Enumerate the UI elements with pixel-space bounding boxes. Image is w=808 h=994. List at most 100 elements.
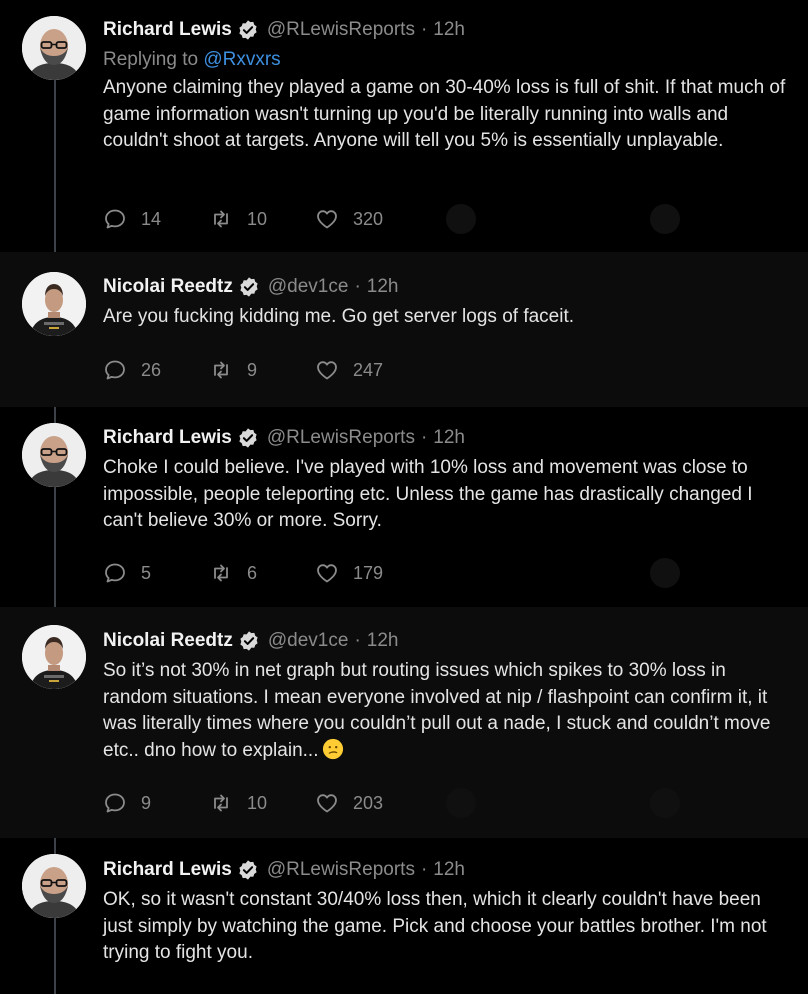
retweet-count: 10: [247, 208, 268, 229]
retweet-icon: [209, 791, 233, 815]
author-name[interactable]: Richard Lewis: [103, 427, 232, 449]
separator: ·: [420, 19, 428, 40]
tweet[interactable]: Richard Lewis @RLewisReports · 12h OK, s…: [0, 838, 808, 994]
reply-count: 5: [141, 562, 152, 583]
tweet-actions: 9 10 203: [103, 791, 421, 815]
nicolai-reedtz-avatar-icon: [22, 272, 86, 336]
avatar[interactable]: [22, 854, 86, 918]
confused-face-icon: [322, 738, 344, 760]
replying-to-label: Replying to: [103, 49, 199, 70]
retweet-button[interactable]: 9: [209, 358, 315, 382]
timestamp[interactable]: 12h: [433, 859, 465, 881]
tweet-text: So it’s not 30% in net graph but routing…: [103, 658, 788, 764]
separator: ·: [354, 276, 361, 297]
share-icon[interactable]: [446, 204, 476, 234]
tweet[interactable]: Richard Lewis @RLewisReports · 12h Choke…: [0, 407, 808, 607]
reply-button[interactable]: 26: [103, 358, 209, 382]
nicolai-reedtz-avatar-icon: [22, 625, 86, 689]
retweet-button[interactable]: 10: [209, 791, 315, 815]
timestamp[interactable]: 12h: [367, 276, 399, 298]
author-name[interactable]: Richard Lewis: [103, 19, 232, 41]
reply-count: 26: [141, 359, 162, 380]
retweet-count: 6: [247, 562, 258, 583]
like-button[interactable]: 203: [315, 791, 421, 815]
tweet-header: Richard Lewis @RLewisReports · 12h: [103, 857, 788, 883]
heart-icon: [315, 207, 339, 231]
tweet-header: Richard Lewis @RLewisReports · 12h: [103, 425, 788, 451]
like-button[interactable]: 320: [315, 207, 421, 231]
reply-mention-link[interactable]: @Rxvxrs: [203, 49, 280, 70]
reply-icon: [103, 358, 127, 382]
verified-badge-icon: [237, 19, 259, 41]
author-name[interactable]: Richard Lewis: [103, 859, 232, 881]
reply-button[interactable]: 9: [103, 791, 209, 815]
avatar[interactable]: [22, 272, 86, 336]
verified-badge-icon: [238, 276, 260, 298]
avatar[interactable]: [22, 16, 86, 80]
author-handle[interactable]: @dev1ce: [268, 630, 349, 652]
tweet-text: Anyone claiming they played a game on 30…: [103, 77, 786, 151]
heart-icon: [315, 791, 339, 815]
tweet-header: Nicolai Reedtz @dev1ce · 12h: [103, 628, 788, 654]
separator: ·: [420, 427, 428, 448]
verified-badge-icon: [237, 859, 259, 881]
retweet-icon: [209, 561, 233, 585]
separator: ·: [420, 859, 428, 880]
author-name[interactable]: Nicolai Reedtz: [103, 276, 233, 298]
author-name[interactable]: Nicolai Reedtz: [103, 630, 233, 652]
like-count: 179: [353, 562, 384, 583]
tweet-text-content: So it’s not 30% in net graph but routing…: [103, 660, 771, 761]
tweet[interactable]: Nicolai Reedtz @dev1ce · 12h Are you fuc…: [0, 252, 808, 407]
retweet-icon: [209, 207, 233, 231]
verified-badge-icon: [238, 630, 260, 652]
more-icon[interactable]: [650, 558, 680, 588]
reply-count: 9: [141, 792, 152, 813]
tweet-header: Richard Lewis @RLewisReports · 12h: [103, 17, 788, 43]
avatar[interactable]: [22, 625, 86, 689]
richard-lewis-avatar-icon: [22, 423, 86, 487]
tweet-text: Choke I could believe. I've played with …: [103, 457, 753, 531]
heart-icon: [315, 561, 339, 585]
like-count: 320: [353, 208, 384, 229]
reply-button[interactable]: 5: [103, 561, 209, 585]
timestamp[interactable]: 12h: [367, 630, 399, 652]
reply-icon: [103, 561, 127, 585]
richard-lewis-avatar-icon: [22, 854, 86, 918]
tweet-actions: 14 10 320: [103, 207, 421, 231]
verified-badge-icon: [237, 427, 259, 449]
timestamp[interactable]: 12h: [433, 19, 465, 41]
replying-to: Replying to @Rxvxrs: [103, 47, 788, 73]
tweet[interactable]: Richard Lewis @RLewisReports · 12h Reply…: [0, 0, 808, 252]
tweet-text: Are you fucking kidding me. Go get serve…: [103, 306, 575, 327]
author-handle[interactable]: @RLewisReports: [267, 859, 415, 881]
like-count: 203: [353, 792, 384, 813]
reply-icon: [103, 791, 127, 815]
reply-button[interactable]: 14: [103, 207, 209, 231]
like-button[interactable]: 247: [315, 358, 421, 382]
retweet-icon: [209, 358, 233, 382]
avatar[interactable]: [22, 423, 86, 487]
author-handle[interactable]: @RLewisReports: [267, 19, 415, 41]
author-handle[interactable]: @RLewisReports: [267, 427, 415, 449]
tweet-header: Nicolai Reedtz @dev1ce · 12h: [103, 274, 788, 300]
tweet-text: OK, so it wasn't constant 30/40% loss th…: [103, 889, 767, 963]
timestamp[interactable]: 12h: [433, 427, 465, 449]
reply-count: 14: [141, 208, 162, 229]
richard-lewis-avatar-icon: [22, 16, 86, 80]
tweet-actions: 26 9 247: [103, 358, 421, 382]
retweet-count: 9: [247, 359, 258, 380]
reply-icon: [103, 207, 127, 231]
heart-icon: [315, 358, 339, 382]
share-icon[interactable]: [446, 788, 476, 818]
tweet-actions: 5 6 179: [103, 561, 421, 585]
author-handle[interactable]: @dev1ce: [268, 276, 349, 298]
retweet-count: 10: [247, 792, 268, 813]
retweet-button[interactable]: 10: [209, 207, 315, 231]
more-icon[interactable]: [650, 788, 680, 818]
separator: ·: [354, 630, 361, 651]
like-button[interactable]: 179: [315, 561, 421, 585]
more-icon[interactable]: [650, 204, 680, 234]
tweet[interactable]: Nicolai Reedtz @dev1ce · 12h So it’s not…: [0, 607, 808, 838]
retweet-button[interactable]: 6: [209, 561, 315, 585]
like-count: 247: [353, 359, 384, 380]
